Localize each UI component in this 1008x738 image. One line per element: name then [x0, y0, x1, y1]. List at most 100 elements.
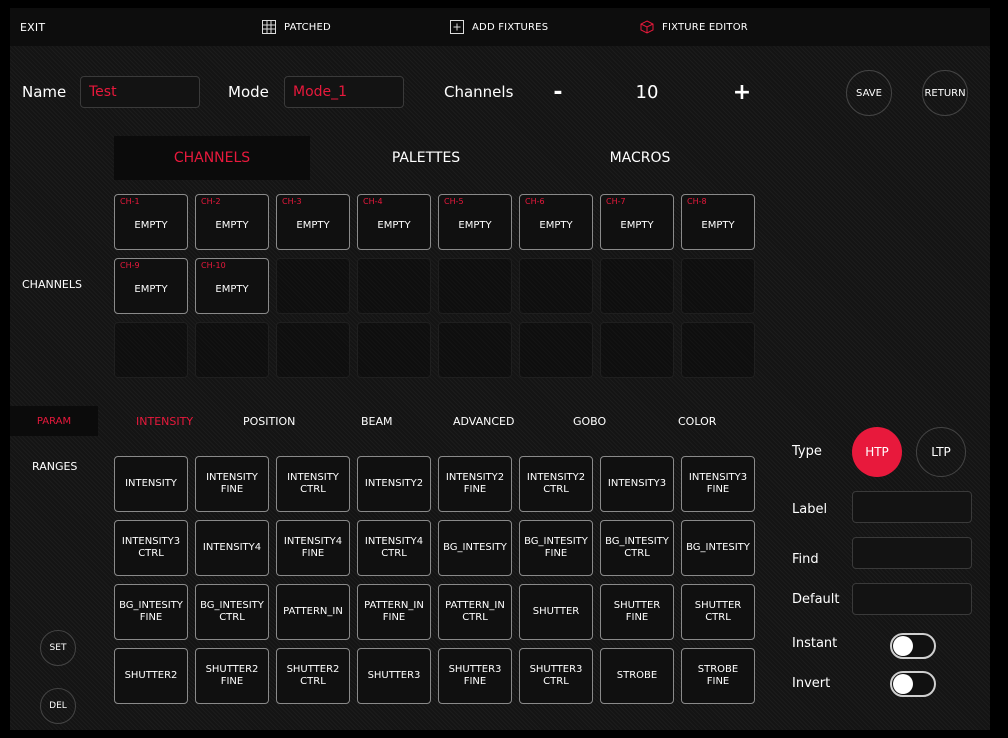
cube-icon: [640, 20, 654, 34]
parameter-label-line: STROBE: [616, 669, 658, 681]
return-button[interactable]: RETURN: [922, 70, 968, 116]
parameter-button[interactable]: BG_INTESITY FINE: [519, 520, 593, 576]
parameter-button[interactable]: SHUTTER2 CTRL: [276, 648, 350, 704]
parameter-button[interactable]: SHUTTER FINE: [600, 584, 674, 640]
parameter-button[interactable]: INTENSITY FINE: [195, 456, 269, 512]
mode-input[interactable]: [284, 76, 404, 108]
parameter-label-line: INTENSITY2: [364, 477, 424, 489]
tab-macros[interactable]: MACROS: [542, 136, 738, 180]
parameter-button[interactable]: INTENSITY3: [600, 456, 674, 512]
parameter-button[interactable]: PATTERN_IN: [276, 584, 350, 640]
parameter-button[interactable]: SHUTTER: [519, 584, 593, 640]
parameter-button[interactable]: INTENSITY4 CTRL: [357, 520, 431, 576]
parameter-button[interactable]: INTENSITY3 CTRL: [114, 520, 188, 576]
channels-label: Channels: [444, 83, 514, 101]
channel-number: CH-7: [606, 197, 626, 206]
channel-value: EMPTY: [539, 219, 573, 231]
parameter-label: STROBE FINE: [698, 664, 738, 689]
channel-slot[interactable]: CH-7 EMPTY: [600, 194, 674, 250]
channels-decrement-button[interactable]: -: [528, 72, 588, 112]
parameter-label-line: INTENSITY4: [283, 535, 343, 547]
parameter-button[interactable]: BG_INTESITY: [681, 520, 755, 576]
ltp-button[interactable]: LTP: [916, 427, 966, 477]
parameter-button[interactable]: BG_INTESITY CTRL: [600, 520, 674, 576]
parameter-button[interactable]: SHUTTER2: [114, 648, 188, 704]
parameter-label: INTENSITY2 FINE: [446, 472, 504, 497]
parameter-label: BG_INTESITY FINE: [524, 536, 588, 561]
parameter-button[interactable]: SHUTTER3 CTRL: [519, 648, 593, 704]
category-advanced[interactable]: ADVANCED: [453, 406, 514, 436]
channel-slot[interactable]: CH-5 EMPTY: [438, 194, 512, 250]
channels-increment-button[interactable]: +: [712, 72, 772, 112]
parameter-label: SHUTTER3 FINE: [449, 664, 502, 689]
tab-channels[interactable]: CHANNELS: [114, 136, 310, 180]
parameter-button[interactable]: PATTERN_IN FINE: [357, 584, 431, 640]
parameter-label-line: INTENSITY2: [526, 471, 586, 483]
parameter-label: BG_INTESITY: [686, 542, 750, 555]
parameter-label-line: BG_INTESITY: [686, 541, 750, 553]
label-input[interactable]: [852, 491, 972, 523]
fixture-editor-button[interactable]: FIXTURE EDITOR: [640, 8, 748, 46]
category-beam[interactable]: BEAM: [361, 406, 393, 436]
channel-slot[interactable]: CH-9 EMPTY: [114, 258, 188, 314]
channel-slot[interactable]: CH-8 EMPTY: [681, 194, 755, 250]
add-fixtures-button[interactable]: ADD FIXTURES: [450, 8, 548, 46]
parameter-button[interactable]: INTENSITY2 CTRL: [519, 456, 593, 512]
channel-number: CH-1: [120, 197, 140, 206]
channel-slot[interactable]: CH-3 EMPTY: [276, 194, 350, 250]
empty-channel-slot: [681, 322, 755, 378]
instant-toggle[interactable]: [890, 633, 936, 659]
parameter-label: PATTERN_IN: [283, 606, 343, 619]
parameter-button[interactable]: BG_INTESITY: [438, 520, 512, 576]
category-position[interactable]: POSITION: [243, 406, 295, 436]
parameter-label-line: FINE: [544, 548, 568, 559]
save-button[interactable]: SAVE: [846, 70, 892, 116]
name-input[interactable]: [80, 76, 200, 108]
parameter-button[interactable]: PATTERN_IN CTRL: [438, 584, 512, 640]
exit-label: EXIT: [20, 20, 46, 34]
del-button[interactable]: DEL: [40, 688, 76, 724]
parameter-button[interactable]: STROBE: [600, 648, 674, 704]
parameter-label-line: INTENSITY: [287, 471, 339, 483]
htp-button[interactable]: HTP: [852, 427, 902, 477]
channel-slot[interactable]: CH-2 EMPTY: [195, 194, 269, 250]
category-color[interactable]: COLOR: [678, 406, 716, 436]
param-tab[interactable]: PARAM: [10, 406, 98, 436]
parameter-label-line: FINE: [463, 676, 487, 687]
parameter-button[interactable]: BG_INTESITY FINE: [114, 584, 188, 640]
channel-slot[interactable]: CH-10 EMPTY: [195, 258, 269, 314]
exit-button[interactable]: EXIT: [20, 8, 45, 46]
parameter-button[interactable]: SHUTTER CTRL: [681, 584, 755, 640]
parameter-button[interactable]: INTENSITY2 FINE: [438, 456, 512, 512]
category-intensity[interactable]: INTENSITY: [136, 406, 193, 436]
invert-toggle[interactable]: [890, 671, 936, 697]
parameter-label: INTENSITY2 CTRL: [527, 472, 585, 497]
parameter-label: INTENSITY4: [203, 542, 261, 555]
channel-number: CH-8: [687, 197, 707, 206]
channel-number: CH-9: [120, 261, 140, 270]
channel-slot[interactable]: CH-1 EMPTY: [114, 194, 188, 250]
parameter-button[interactable]: INTENSITY4: [195, 520, 269, 576]
channel-value: EMPTY: [134, 219, 168, 231]
parameter-label-line: BG_INTESITY: [119, 599, 183, 611]
parameter-button[interactable]: INTENSITY2: [357, 456, 431, 512]
parameter-label-line: PATTERN_IN: [283, 605, 343, 617]
parameter-button[interactable]: INTENSITY: [114, 456, 188, 512]
category-gobo[interactable]: GOBO: [573, 406, 606, 436]
find-input[interactable]: [852, 537, 972, 569]
channel-slot[interactable]: CH-6 EMPTY: [519, 194, 593, 250]
parameter-button[interactable]: STROBE FINE: [681, 648, 755, 704]
set-button[interactable]: SET: [40, 630, 76, 666]
parameter-button[interactable]: INTENSITY4 FINE: [276, 520, 350, 576]
parameter-button[interactable]: SHUTTER3 FINE: [438, 648, 512, 704]
channel-slot[interactable]: CH-4 EMPTY: [357, 194, 431, 250]
tab-palettes[interactable]: PALETTES: [328, 136, 524, 180]
empty-channel-slot: [357, 322, 431, 378]
patched-button[interactable]: PATCHED: [262, 8, 331, 46]
parameter-button[interactable]: INTENSITY CTRL: [276, 456, 350, 512]
default-input[interactable]: [852, 583, 972, 615]
parameter-button[interactable]: BG_INTESITY CTRL: [195, 584, 269, 640]
parameter-button[interactable]: SHUTTER2 FINE: [195, 648, 269, 704]
parameter-button[interactable]: INTENSITY3 FINE: [681, 456, 755, 512]
parameter-button[interactable]: SHUTTER3: [357, 648, 431, 704]
